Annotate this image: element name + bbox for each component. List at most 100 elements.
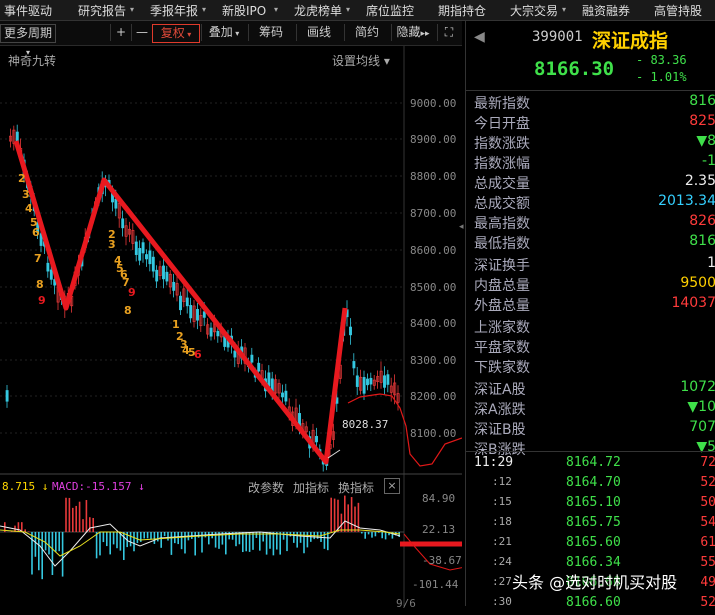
tick-volume: 72 xyxy=(700,455,715,470)
candle-body xyxy=(281,393,283,397)
quote-row: 总成交额2013.34 xyxy=(474,193,715,213)
candle-body xyxy=(152,257,154,271)
candle-body xyxy=(285,391,287,401)
watermark: 头条 @选对时机买对股 xyxy=(512,569,677,593)
tick-price: 8165.10 xyxy=(566,495,621,510)
fuquan-button[interactable]: 复权 ▾ xyxy=(152,24,200,43)
candle-body xyxy=(142,243,144,253)
menu-item-block-trade[interactable]: 大宗交易 xyxy=(510,2,558,19)
macd-left-value-text: 8.715 xyxy=(2,480,35,493)
switch-indicator-button[interactable]: 换指标 xyxy=(338,479,374,496)
period-label: 更多周期 xyxy=(4,26,52,40)
draw-line-button[interactable]: 画线 xyxy=(296,24,341,41)
menu-item-ipo[interactable]: 新股IPO xyxy=(222,2,266,19)
macd-bar xyxy=(69,498,71,532)
tick-time: :12 xyxy=(492,475,512,488)
y-tick: 8300.00 xyxy=(410,354,456,367)
macd-bar xyxy=(351,497,353,532)
tick-time: :15 xyxy=(492,495,512,508)
quote-row-value: 2.35 xyxy=(685,173,715,189)
fuquan-label: 复权 xyxy=(161,26,185,40)
back-arrow-icon[interactable]: ◀ xyxy=(474,29,485,45)
menu-item-exec-holdings[interactable]: 高管持股 xyxy=(654,2,702,19)
macd-bar xyxy=(116,532,118,548)
add-indicator-button[interactable]: 加指标 xyxy=(293,479,329,496)
chevron-down-icon: ▾ xyxy=(346,5,350,14)
td-count-label: 9 xyxy=(38,294,46,307)
kline-chart-area[interactable]: 神奇九转 设置均线 ▾ 9000.00 8900.00 8800.00 8700… xyxy=(0,46,462,606)
macd-bar xyxy=(86,500,88,532)
tick-volume: 52 xyxy=(700,595,715,610)
overlay-button[interactable]: 叠加 ▾ xyxy=(201,24,246,41)
tick-time: :27 xyxy=(492,575,512,588)
macd-bar xyxy=(354,507,356,532)
candle-body xyxy=(210,328,212,336)
index-change: - 83.36 xyxy=(636,53,687,67)
quote-row-value: 816 xyxy=(689,93,715,109)
quote-row: 深证A股1072 xyxy=(474,379,715,399)
tick-time: :18 xyxy=(492,515,512,528)
macd-bar xyxy=(150,532,152,540)
quote-row-value: 1 xyxy=(707,255,715,271)
macd-bar xyxy=(262,532,264,542)
menu-item-annual-report[interactable]: 季报年报 xyxy=(150,2,198,19)
change-params-button[interactable]: 改参数 xyxy=(248,479,284,496)
candle-body xyxy=(217,331,219,336)
macd-bar xyxy=(28,531,30,532)
macd-bar xyxy=(75,506,77,532)
chevron-down-icon: ▾ xyxy=(130,5,134,14)
menu-item-event-driven[interactable]: 事件驱动 xyxy=(4,2,52,19)
macd-bar xyxy=(378,532,380,533)
macd-value-label: MACD:-15.157 ↓ xyxy=(52,480,145,493)
candle-body xyxy=(234,351,236,357)
zoom-in-button[interactable]: + xyxy=(110,24,131,41)
menu-item-seat-monitor[interactable]: 席位监控 xyxy=(366,2,414,19)
hide-button[interactable]: 隐藏▸▸ xyxy=(391,24,434,41)
quote-row: 今日开盘825 xyxy=(474,113,715,133)
macd-bar xyxy=(55,532,57,552)
quote-row-value: 707 xyxy=(689,419,715,435)
candle-body xyxy=(115,199,117,208)
simple-mode-button[interactable]: 简约 xyxy=(344,24,389,41)
quote-row: 外盘总量14037 xyxy=(474,295,715,315)
quote-row: 指数涨跌▼8 xyxy=(474,133,715,153)
macd-bar xyxy=(293,532,295,543)
quote-row-label: 最低指数 xyxy=(474,233,530,253)
macd-bar xyxy=(364,532,366,539)
tick-row: :308166.6052 xyxy=(466,595,715,615)
quote-row-label: 深A涨跌 xyxy=(474,399,526,419)
close-icon[interactable]: × xyxy=(384,478,400,494)
macd-bar xyxy=(249,532,251,552)
tick-volume: 49 xyxy=(700,575,715,590)
macd-y-tick: -101.44 xyxy=(412,578,458,591)
candle-body xyxy=(315,436,317,442)
settings-ma-button[interactable]: 设置均线 ▾ xyxy=(332,52,390,69)
macd-bar xyxy=(385,532,387,539)
candle-body xyxy=(258,363,260,371)
macd-bar xyxy=(334,499,336,532)
candle-body xyxy=(50,270,52,279)
quote-row-value: -1 xyxy=(702,153,715,169)
menu-item-dragon-tiger[interactable]: 龙虎榜单 xyxy=(294,2,342,19)
macd-histogram xyxy=(4,496,400,580)
quote-row: 最新指数816 xyxy=(474,93,715,113)
menu-item-research-report[interactable]: 研究报告 xyxy=(78,2,126,19)
tick-row: :128164.7052 xyxy=(466,475,715,495)
macd-bar xyxy=(266,532,268,555)
scroll-left-icon[interactable]: ◂ xyxy=(459,222,464,232)
candle-body xyxy=(47,263,49,271)
macd-bar xyxy=(92,518,94,532)
candle-body xyxy=(186,298,188,306)
macd-bar xyxy=(276,532,278,550)
chips-button[interactable]: 筹码 xyxy=(248,24,293,41)
candle-body xyxy=(179,296,181,310)
menu-item-margin-trading[interactable]: 融资融券 xyxy=(582,2,630,19)
zoom-out-button[interactable]: — xyxy=(131,24,152,41)
fullscreen-icon[interactable]: ⛶ xyxy=(437,24,460,41)
menu-item-futures-position[interactable]: 期指持仓 xyxy=(438,2,486,19)
period-select[interactable]: 更多周期 ▾ xyxy=(0,24,56,43)
macd-bar xyxy=(184,532,186,553)
quote-row-value: ▼8 xyxy=(696,133,715,149)
macd-bar xyxy=(371,532,373,538)
quote-row-label: 深证A股 xyxy=(474,379,526,399)
